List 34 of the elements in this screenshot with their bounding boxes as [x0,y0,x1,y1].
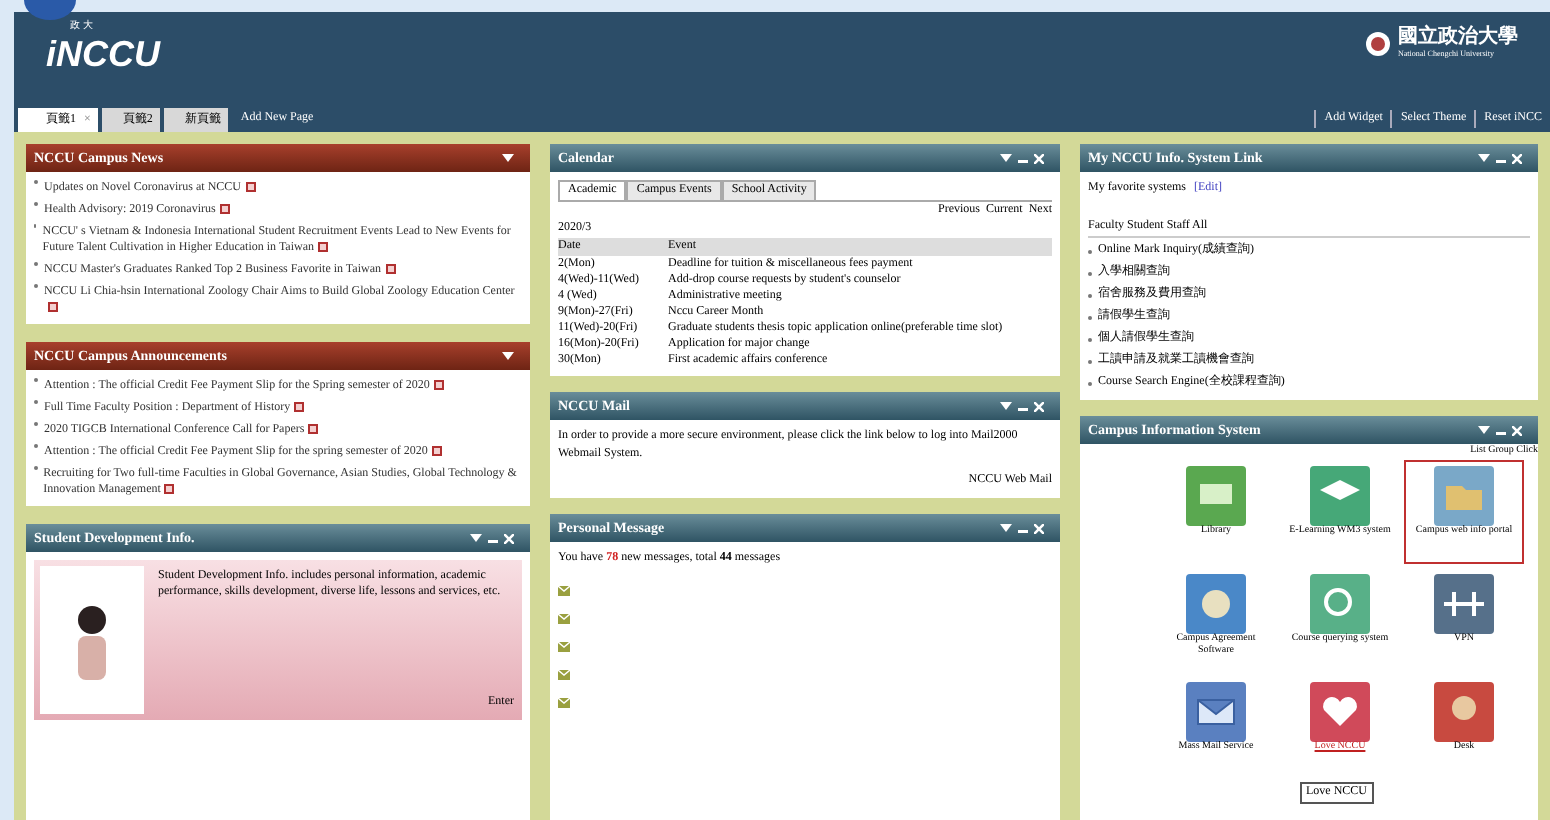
person-silhouette [72,600,112,680]
new-icon [47,302,58,313]
dropdown-icon[interactable] [1000,401,1012,411]
university-name: 國立政治大學 [1398,28,1518,48]
close-icon[interactable] [1512,425,1522,435]
dropdown-icon[interactable] [502,153,514,163]
dropdown-icon[interactable] [1000,523,1012,533]
new-icon [433,380,444,391]
new-icon [164,484,175,495]
dropdown-icon[interactable] [1478,425,1490,435]
envelope-icon[interactable] [558,698,570,708]
envelope-icon[interactable] [558,614,570,624]
dropdown-icon[interactable] [1000,153,1012,163]
new-icon [245,182,255,193]
close-icon[interactable] [1034,401,1044,411]
envelope-icon[interactable] [558,670,570,680]
close-icon[interactable] [1034,523,1044,533]
new-icon [431,446,442,457]
envelope-icon[interactable] [558,586,570,596]
dropdown-icon[interactable] [470,533,482,543]
network-icon[interactable] [1434,573,1494,633]
seal-icon [1366,32,1390,56]
dropdown-icon[interactable] [1478,153,1490,163]
close-icon[interactable] [1512,153,1522,163]
envelope-icon[interactable] [1186,681,1246,741]
envelope-icon[interactable] [558,642,570,652]
logo[interactable]: iNCCU [46,35,160,71]
close-icon[interactable] [504,533,514,543]
new-icon [318,242,329,253]
dropdown-icon[interactable] [502,351,514,361]
new-icon [219,204,230,215]
close-icon[interactable] [1034,153,1044,163]
new-icon [385,264,395,275]
pointer-marker [24,0,76,20]
